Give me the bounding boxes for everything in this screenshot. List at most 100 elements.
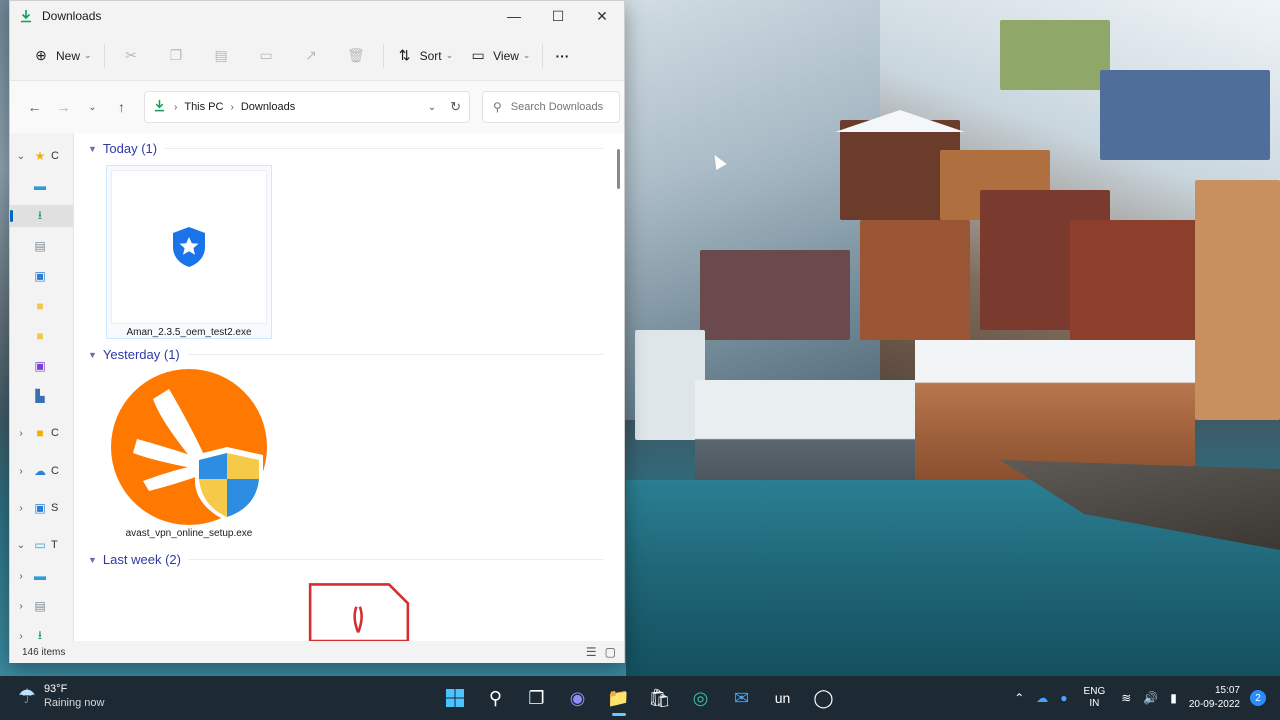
close-icon[interactable]: ✕ <box>580 1 624 31</box>
chrome-icon[interactable]: ◯ <box>803 678 844 718</box>
nav-item[interactable]: ▣ <box>10 355 73 377</box>
back-arrow-icon[interactable]: ← <box>20 93 49 121</box>
microphone-icon[interactable]: ● <box>1060 691 1067 705</box>
search-icon[interactable]: ⚲ <box>475 678 516 718</box>
expand-chevron-icon[interactable]: › <box>10 601 32 612</box>
delete-icon[interactable]: 🗑 <box>334 40 379 72</box>
nav-item[interactable]: ▣ <box>10 265 73 287</box>
view-icon: ▭ <box>471 47 485 63</box>
weather-widget[interactable]: ☂ 93°F Raining now <box>18 682 104 710</box>
clock[interactable]: 15:07 20-09-2022 <box>1189 684 1240 712</box>
wifi-icon[interactable]: ≋ <box>1121 691 1131 705</box>
nav-item[interactable]: › ■ C <box>10 422 73 444</box>
address-row: ← → ⌄ ↑ › This PC › Downloads ⌄ ↻ ⚲ Sear… <box>10 81 624 133</box>
onenote-icon: ▣ <box>34 359 46 373</box>
nav-item[interactable]: ▙ <box>10 385 73 407</box>
volume-icon[interactable]: 🔊 <box>1143 691 1158 705</box>
group-header-last-week[interactable]: ▼ Last week (2) <box>88 552 603 567</box>
nav-item[interactable]: ⌄ ★ C <box>10 145 73 167</box>
nav-item-label: C <box>51 465 59 477</box>
nav-item[interactable]: ⭳ <box>10 205 73 227</box>
document-icon: ▤ <box>34 599 46 613</box>
title-bar[interactable]: Downloads — ☐ ✕ <box>10 1 624 31</box>
battery-icon[interactable]: ▮ <box>1170 691 1177 705</box>
rename-icon[interactable]: ▭ <box>244 40 289 72</box>
paste-icon[interactable]: ▤ <box>199 40 244 72</box>
forward-arrow-icon[interactable]: → <box>49 93 78 121</box>
more-options-button[interactable]: ··· <box>547 40 577 72</box>
edge-icon[interactable]: ◎ <box>680 678 721 718</box>
command-bar: ⊕ New ⌄ ✂ ❐ ▤ ▭ ↗ 🗑 ⇅ Sort ⌄ ▭ View ⌄ ··… <box>10 31 624 81</box>
store-icon[interactable]: 🛍 <box>639 678 680 718</box>
download-icon <box>18 8 34 24</box>
expand-chevron-icon[interactable]: › <box>10 466 32 477</box>
file-explorer-window[interactable]: Downloads — ☐ ✕ ⊕ New ⌄ ✂ ❐ ▤ ▭ ↗ 🗑 ⇅ So… <box>9 0 625 663</box>
onedrive-cloud-icon[interactable]: ☁ <box>1036 691 1048 705</box>
expand-chevron-icon[interactable]: › <box>10 631 32 642</box>
maximize-icon[interactable]: ☐ <box>536 1 580 31</box>
nav-item[interactable]: › ▬ <box>10 565 73 587</box>
nav-item[interactable]: › ☁ C <box>10 460 73 482</box>
group-divider <box>187 354 603 355</box>
cut-icon[interactable]: ✂ <box>109 40 154 72</box>
nav-item[interactable]: ■ <box>10 295 73 317</box>
desktop-icon: ▬ <box>34 179 46 193</box>
chevron-up-icon[interactable]: ⌃ <box>1014 691 1024 705</box>
recent-locations-chevron-icon[interactable]: ⌄ <box>78 93 107 121</box>
expand-chevron-icon[interactable]: › <box>10 428 32 439</box>
vertical-scrollbar[interactable] <box>616 147 621 637</box>
un-app-button[interactable]: un <box>762 678 803 718</box>
cloud-icon: ☁ <box>34 464 46 478</box>
expand-chevron-icon[interactable]: ⌄ <box>10 151 32 162</box>
sort-button[interactable]: ⇅ Sort ⌄ <box>388 40 462 72</box>
address-dropdown-icon[interactable]: ⌄ <box>428 102 436 113</box>
nav-item[interactable]: › ▤ <box>10 595 73 617</box>
nav-item[interactable]: ⌄ ▭ T <box>10 534 73 556</box>
nav-item[interactable]: › ▣ S <box>10 497 73 519</box>
expand-chevron-icon[interactable]: ⌄ <box>10 540 32 551</box>
teams-icon[interactable]: ◉ <box>557 678 598 718</box>
up-arrow-icon[interactable]: ↑ <box>107 93 136 121</box>
new-button[interactable]: ⊕ New ⌄ <box>24 40 100 72</box>
copy-icon[interactable]: ❐ <box>154 40 199 72</box>
wallpaper-house <box>860 220 970 340</box>
expand-chevron-icon[interactable]: › <box>10 571 32 582</box>
chart-icon: ▙ <box>35 389 45 403</box>
share-icon: ▣ <box>34 501 46 515</box>
refresh-icon[interactable]: ↻ <box>450 99 461 115</box>
group-header-today[interactable]: ▼ Today (1) <box>88 141 603 156</box>
group-header-yesterday[interactable]: ▼ Yesterday (1) <box>88 347 603 362</box>
file-explorer-icon[interactable]: 📁 <box>598 678 639 718</box>
chevron-down-icon: ⌄ <box>522 50 531 60</box>
address-bar[interactable]: › This PC › Downloads ⌄ ↻ <box>144 91 470 123</box>
file-list[interactable]: ▼ Today (1) Aman_2.3.5_oem_test2.exe ▼ Y… <box>74 133 624 641</box>
nav-item[interactable]: ▬ <box>10 175 73 197</box>
file-item[interactable]: avast_vpn_online_setup.exe <box>106 369 272 545</box>
items-count: 146 items <box>22 646 66 658</box>
breadcrumb-separator: › <box>174 101 178 113</box>
nav-item[interactable]: ■ <box>10 325 73 347</box>
view-button[interactable]: ▭ View ⌄ <box>461 40 538 72</box>
taskview-icon[interactable]: ❐ <box>516 678 557 718</box>
share-icon[interactable]: ↗ <box>289 40 334 72</box>
nav-item[interactable]: › ⭳ <box>10 625 73 642</box>
file-item[interactable]: Aman_2.3.5_oem_test2.exe <box>106 165 272 339</box>
mail-icon[interactable]: ✉ <box>721 678 762 718</box>
details-view-icon[interactable]: ☰ <box>586 645 597 659</box>
file-thumbnail <box>111 170 267 324</box>
breadcrumb-this-pc[interactable]: This PC <box>184 101 223 113</box>
rain-cloud-icon: ☂ <box>18 685 36 708</box>
file-item[interactable] <box>276 581 442 641</box>
search-input[interactable]: ⚲ Search Downloads <box>482 91 620 123</box>
navigation-pane[interactable]: ⌄ ★ C ▬ ⭳ ▤ ▣ ■ ■ ▣ ▙ › ■ C › ☁ C › ▣ S ⌄ ▭ T › ▬ › ▤ › ⭳ <box>10 133 74 641</box>
toolbar-separator <box>382 43 384 68</box>
windows-start-icon[interactable] <box>434 678 475 718</box>
tiles-view-icon[interactable]: ▢ <box>605 645 616 659</box>
scrollbar-thumb[interactable] <box>617 149 620 189</box>
language-indicator[interactable]: ENG IN <box>1084 686 1106 710</box>
minimize-icon[interactable]: — <box>492 1 536 31</box>
expand-chevron-icon[interactable]: › <box>10 503 32 514</box>
breadcrumb-downloads[interactable]: Downloads <box>241 101 295 113</box>
nav-item[interactable]: ▤ <box>10 235 73 257</box>
notification-badge[interactable]: 2 <box>1250 690 1266 706</box>
